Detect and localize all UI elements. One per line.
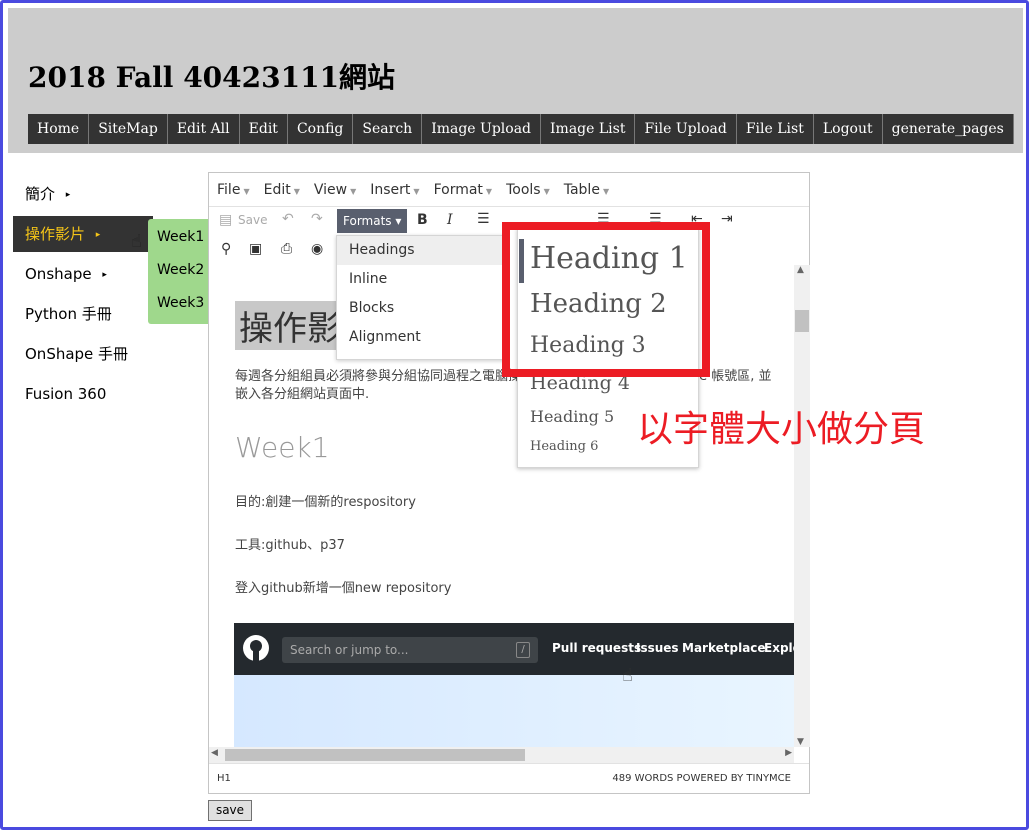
sidebar-item-label: Python 手冊 bbox=[25, 305, 112, 323]
scroll-down-icon[interactable]: ▼ bbox=[797, 737, 804, 747]
nav-image-upload[interactable]: Image Upload bbox=[422, 114, 542, 144]
sidebar-item-label: OnShape 手冊 bbox=[25, 345, 129, 363]
github-link-explore: Explo bbox=[764, 641, 794, 655]
heading-6-option[interactable]: Heading 6 bbox=[530, 439, 598, 454]
sidebar-item-python-manual[interactable]: Python 手冊 bbox=[13, 296, 153, 332]
sidebar-item-onshape[interactable]: Onshape ▸ bbox=[13, 256, 153, 292]
undo-icon[interactable]: ↶ bbox=[282, 211, 294, 227]
editor-statusbar: H1 489 WORDS POWERED BY TINYMCE bbox=[209, 763, 809, 794]
github-search-input: Search or jump to... / bbox=[282, 637, 538, 663]
formats-menu: Headings Inline Blocks Alignment bbox=[336, 235, 506, 360]
annotation-text: 以字體大小做分頁 bbox=[637, 409, 926, 450]
formats-menu-headings[interactable]: Headings bbox=[337, 236, 505, 265]
nav-home[interactable]: Home bbox=[28, 114, 90, 144]
content-heading: 操作影片 bbox=[235, 301, 339, 350]
scroll-left-icon[interactable]: ◀ bbox=[211, 748, 218, 758]
formats-menu-alignment[interactable]: Alignment bbox=[337, 323, 505, 352]
menu-edit[interactable]: Edit ▼ bbox=[264, 182, 300, 198]
nav-logout[interactable]: Logout bbox=[813, 114, 883, 144]
scroll-up-icon[interactable]: ▲ bbox=[797, 265, 804, 275]
sidebar-item-onshape-manual[interactable]: OnShape 手冊 bbox=[13, 336, 153, 372]
sidebar: 簡介 ▸ 操作影片 ▸ ☝ Onshape ▸ Python 手冊 OnShap… bbox=[13, 176, 153, 416]
submenu-item-label: Week1 bbox=[157, 229, 205, 245]
menu-format[interactable]: Format ▼ bbox=[434, 182, 493, 198]
save-button[interactable]: save bbox=[208, 800, 252, 821]
align-left-icon[interactable]: ☰ bbox=[477, 211, 490, 227]
site-title: 2018 Fall 40423111網站 bbox=[28, 61, 396, 94]
sidebar-item-label: Fusion 360 bbox=[25, 385, 107, 403]
chevron-right-icon: ▸ bbox=[102, 269, 107, 280]
hand-cursor-icon: ☝ bbox=[622, 665, 633, 686]
content-purpose: 目的:創建一個新的respository bbox=[235, 495, 416, 510]
nav-edit[interactable]: Edit bbox=[239, 114, 288, 144]
nav-config[interactable]: Config bbox=[287, 114, 354, 144]
github-navbar: Search or jump to... / Pull requests Iss… bbox=[234, 623, 794, 675]
heading-5-option[interactable]: Heading 5 bbox=[530, 407, 614, 426]
sidebar-item-label: 簡介 bbox=[25, 185, 56, 203]
editor-menubar: File ▼ Edit ▼ View ▼ Insert ▼ Format ▼ Tools ▼… bbox=[209, 173, 809, 207]
sidebar-item-intro[interactable]: 簡介 ▸ bbox=[13, 176, 153, 212]
redo-icon[interactable]: ↷ bbox=[311, 211, 323, 227]
indent-icon[interactable]: ⇥ bbox=[721, 211, 733, 227]
top-navigation: Home SiteMap Edit All Edit Config Search… bbox=[28, 114, 1014, 144]
formats-menu-inline[interactable]: Inline bbox=[337, 265, 505, 294]
nav-search[interactable]: Search bbox=[353, 114, 423, 144]
preview-icon[interactable]: ◉ bbox=[311, 241, 323, 257]
sidebar-item-fusion360[interactable]: Fusion 360 bbox=[13, 376, 153, 412]
nav-sitemap[interactable]: SiteMap bbox=[89, 114, 168, 144]
github-screenshot: Search or jump to... / Pull requests Iss… bbox=[234, 623, 794, 747]
menu-view[interactable]: View ▼ bbox=[314, 182, 356, 198]
print-icon[interactable]: ⎙ bbox=[281, 241, 292, 257]
chevron-right-icon: ▸ bbox=[65, 189, 71, 200]
github-hero bbox=[234, 675, 794, 747]
nav-file-upload[interactable]: File Upload bbox=[635, 114, 737, 144]
image-icon[interactable]: ▣ bbox=[249, 241, 262, 257]
highlight-box bbox=[502, 222, 710, 377]
sidebar-item-label: Onshape bbox=[25, 265, 92, 283]
chevron-right-icon: ▸ bbox=[95, 229, 101, 240]
save-icon[interactable]: ▤ bbox=[219, 212, 232, 228]
link-icon[interactable]: ⚲ bbox=[221, 241, 231, 257]
menu-insert[interactable]: Insert ▼ bbox=[370, 182, 419, 198]
hand-cursor-icon: ☝ bbox=[131, 231, 142, 252]
content-login: 登入github新增一個new repository bbox=[235, 581, 452, 596]
slash-key-icon: / bbox=[516, 642, 530, 658]
scroll-right-icon[interactable]: ▶ bbox=[785, 748, 792, 758]
element-path[interactable]: H1 bbox=[217, 764, 231, 794]
word-count: 489 WORDS POWERED BY TINYMCE bbox=[612, 773, 791, 784]
nav-file-list[interactable]: File List bbox=[736, 114, 814, 144]
toolbar-save-button[interactable]: Save bbox=[238, 213, 267, 227]
github-link-pull-requests: Pull requests bbox=[552, 641, 642, 655]
content-tools: 工具:github、p37 bbox=[235, 538, 345, 553]
nav-edit-all[interactable]: Edit All bbox=[167, 114, 240, 144]
menu-tools[interactable]: Tools ▼ bbox=[506, 182, 550, 198]
formats-menu-blocks[interactable]: Blocks bbox=[337, 294, 505, 323]
nav-generate-pages[interactable]: generate_pages bbox=[882, 114, 1014, 144]
horizontal-scrollbar[interactable]: ◀ ▶ bbox=[209, 747, 794, 763]
horizontal-scrollbar-thumb[interactable] bbox=[225, 749, 525, 761]
formats-dropdown-button[interactable]: Formats ▾ bbox=[337, 209, 408, 233]
github-link-issues: Issues bbox=[636, 641, 679, 655]
menu-file[interactable]: File ▼ bbox=[217, 182, 250, 198]
github-link-marketplace: Marketplace bbox=[682, 641, 766, 655]
github-logo-icon bbox=[243, 635, 269, 661]
sidebar-item-label: 操作影片 bbox=[25, 225, 86, 243]
content-week-heading: Week1 bbox=[235, 431, 330, 464]
site-header: 2018 Fall 40423111網站 Home SiteMap Edit A… bbox=[8, 8, 1023, 153]
italic-icon[interactable]: I bbox=[447, 212, 453, 228]
nav-image-list[interactable]: Image List bbox=[541, 114, 636, 144]
bold-icon[interactable]: B bbox=[417, 212, 428, 228]
sidebar-item-videos[interactable]: 操作影片 ▸ ☝ bbox=[13, 216, 153, 252]
menu-table[interactable]: Table ▼ bbox=[564, 182, 609, 198]
vertical-scrollbar[interactable]: ▲ ▼ bbox=[794, 265, 810, 747]
vertical-scrollbar-thumb[interactable] bbox=[795, 310, 809, 332]
